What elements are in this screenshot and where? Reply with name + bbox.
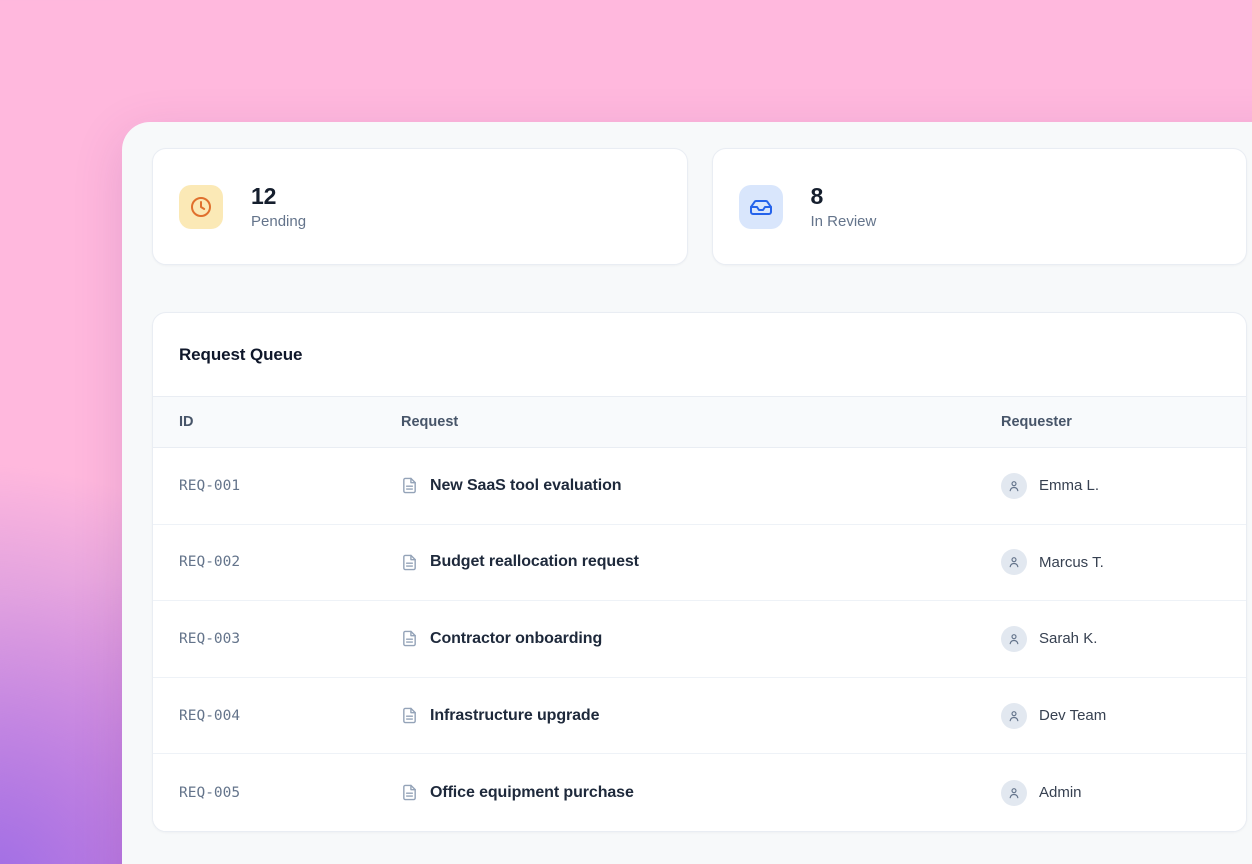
requester-name: Marcus T. <box>1039 554 1104 571</box>
stat-card-in-review: 8 In Review <box>712 148 1248 265</box>
table-row[interactable]: REQ-001 New SaaS tool evaluation <box>153 448 1246 525</box>
request-id: REQ-004 <box>153 708 401 724</box>
request-title: Infrastructure upgrade <box>430 707 599 725</box>
document-icon <box>401 554 418 571</box>
inbox-icon <box>739 185 783 229</box>
document-icon <box>401 784 418 801</box>
requester-name: Dev Team <box>1039 707 1106 724</box>
table-title: Request Queue <box>153 313 1246 396</box>
avatar <box>1001 549 1027 575</box>
avatar <box>1001 703 1027 729</box>
pending-count: 12 <box>251 183 306 209</box>
document-icon <box>401 630 418 647</box>
request-queue-card: Request Queue ID Request Requester REQ-0… <box>152 312 1247 832</box>
column-header-requester: Requester <box>1001 414 1246 430</box>
requester-name: Admin <box>1039 784 1082 801</box>
request-id: REQ-001 <box>153 478 401 494</box>
request-id: REQ-003 <box>153 631 401 647</box>
request-title: Office equipment purchase <box>430 784 634 802</box>
avatar <box>1001 780 1027 806</box>
table-row[interactable]: REQ-003 Contractor onboarding <box>153 601 1246 678</box>
column-header-id: ID <box>153 414 401 430</box>
table-header-row: ID Request Requester <box>153 396 1246 448</box>
stat-text: 12 Pending <box>251 183 306 230</box>
requester-name: Emma L. <box>1039 477 1099 494</box>
stat-card-pending: 12 Pending <box>152 148 688 265</box>
request-title: Budget reallocation request <box>430 553 639 571</box>
in-review-label: In Review <box>811 213 877 230</box>
avatar <box>1001 473 1027 499</box>
document-icon <box>401 707 418 724</box>
content-panel: 12 Pending 8 In Review Request Q <box>122 122 1252 864</box>
clock-icon <box>179 185 223 229</box>
table-row[interactable]: REQ-005 Office equipment purchase <box>153 754 1246 831</box>
document-icon <box>401 477 418 494</box>
page-content: 12 Pending 8 In Review Request Q <box>152 148 1247 832</box>
pending-label: Pending <box>251 213 306 230</box>
request-id: REQ-002 <box>153 554 401 570</box>
in-review-count: 8 <box>811 183 877 209</box>
table-row[interactable]: REQ-004 Infrastructure upgrade <box>153 678 1246 755</box>
request-title: Contractor onboarding <box>430 630 602 648</box>
table-row[interactable]: REQ-002 Budget reallocation request <box>153 525 1246 602</box>
stat-text: 8 In Review <box>811 183 877 230</box>
request-title: New SaaS tool evaluation <box>430 477 621 495</box>
avatar <box>1001 626 1027 652</box>
column-header-request: Request <box>401 414 1001 430</box>
requester-name: Sarah K. <box>1039 630 1097 647</box>
request-id: REQ-005 <box>153 785 401 801</box>
stats-row: 12 Pending 8 In Review <box>152 148 1247 265</box>
